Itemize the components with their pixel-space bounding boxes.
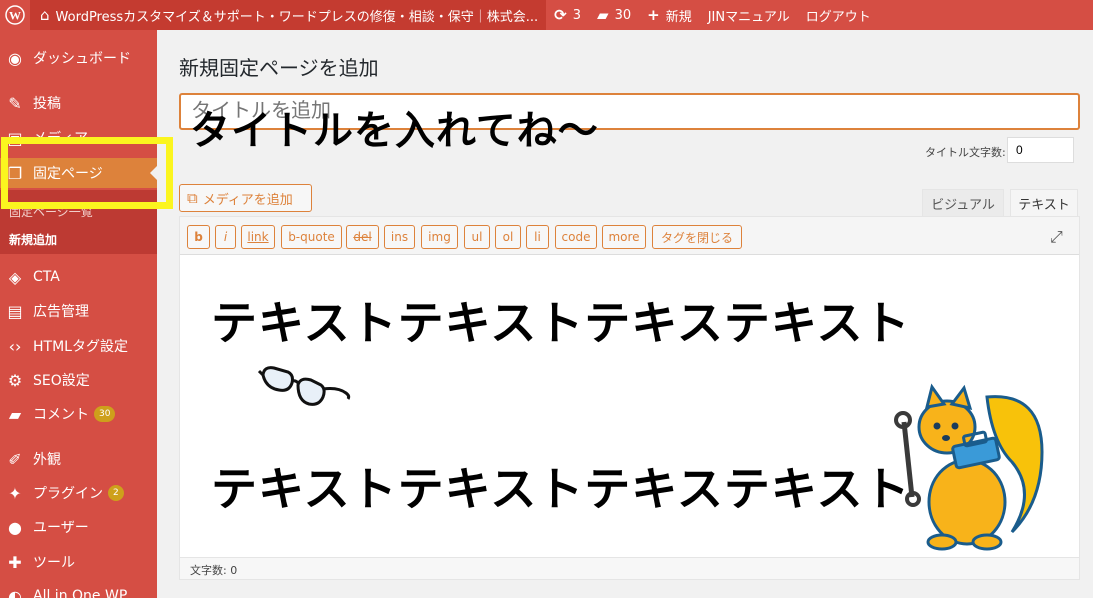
logout-label: ログアウト [805, 9, 871, 25]
glasses-illustration [258, 366, 351, 406]
title-counter-field[interactable] [1007, 137, 1074, 163]
editor-area: b i link b-quote del ins img ul ol li co… [179, 216, 1080, 580]
sidebar-item-label: ツール [33, 555, 75, 571]
comments-link[interactable]: ▰ 30 [589, 0, 639, 30]
quicktag-b-button[interactable]: b [187, 225, 210, 249]
submenu-item-add-new[interactable]: 新規追加 [9, 231, 57, 248]
site-name-link[interactable]: ⌂ WordPressカスタマイズ＆サポート・ワードプレスの修復・相談・保守｜株… [30, 0, 547, 30]
add-media-button[interactable]: ⧉ メディアを追加 [179, 184, 312, 212]
quicktag-ol-button[interactable]: ol [495, 225, 521, 249]
logout-link[interactable]: ログアウト [798, 0, 879, 30]
camera-music-icon: ⧉ [187, 189, 198, 207]
sidebar-item-label: All in One WP [33, 588, 128, 598]
content-text-line-2: テキストテキストテキステキスト [211, 462, 911, 516]
new-content-link[interactable]: + 新規 [639, 0, 700, 30]
new-label: 新規 [665, 9, 692, 25]
comment-bubble-icon: ▰ [8, 404, 22, 424]
page-title: 新規固定ページを追加 [179, 56, 379, 80]
sidebar-item-tools[interactable]: ✚ ツール [0, 547, 157, 577]
site-title: WordPressカスタマイズ＆サポート・ワードプレスの修復・相談・保守｜株式会… [55, 9, 539, 25]
sidebar-item-html-tags[interactable]: ‹› HTMLタグ設定 [0, 331, 157, 361]
quicktag-img-button[interactable]: img [421, 225, 458, 249]
plus-icon: + [647, 6, 660, 24]
sidebar-item-ads[interactable]: ▤ 広告管理 [0, 296, 157, 326]
sidebar-item-label: 投稿 [33, 96, 61, 112]
sidebar-item-label: 外観 [33, 452, 61, 468]
quicktag-i-button[interactable]: i [215, 225, 236, 249]
quicktag-del-button[interactable]: del [346, 225, 379, 249]
sidebar-item-label: コメント [33, 407, 89, 423]
fullscreen-icon[interactable]: ⤢ [1050, 227, 1063, 247]
gear-icon: ⚙ [7, 370, 23, 390]
user-icon: ● [8, 517, 22, 537]
tag-icon: ◈ [8, 267, 22, 287]
aio-shield-icon: ◐ [8, 586, 22, 598]
comment-bubble-icon: ▰ [597, 6, 609, 24]
comments-badge: 30 [94, 406, 116, 422]
sidebar-item-cta[interactable]: ◈ CTA [0, 262, 157, 292]
sidebar-item-plugins[interactable]: ✦ プラグイン 2 [0, 478, 157, 508]
tab-text[interactable]: テキスト [1010, 189, 1078, 217]
updates-count: 3 [572, 7, 582, 23]
wordpress-logo-icon[interactable]: W [0, 0, 30, 30]
plugins-badge: 2 [108, 485, 124, 501]
sidebar-item-label: 広告管理 [33, 304, 89, 320]
sidebar-item-label: HTMLタグ設定 [33, 339, 128, 355]
tab-visual[interactable]: ビジュアル [922, 189, 1004, 217]
word-count-status: 文字数: 0 [180, 557, 1079, 579]
quicktag-bquote-button[interactable]: b-quote [281, 225, 342, 249]
sidebar-item-aio[interactable]: ◐ All in One WP [0, 581, 157, 598]
admin-sidebar: ◉ ダッシュボード ✎ 投稿 ▣ メディア ❐ 固定ページ 固定ページ一覧 新規… [0, 30, 157, 598]
admin-bar: W ⌂ WordPressカスタマイズ＆サポート・ワードプレスの修復・相談・保守… [0, 0, 1093, 30]
jin-manual-label: JINマニュアル [707, 9, 790, 25]
quicktag-close-tags-button[interactable]: タグを閉じる [652, 225, 742, 249]
sidebar-item-label: ダッシュボード [33, 51, 131, 67]
sidebar-item-users[interactable]: ● ユーザー [0, 512, 157, 542]
sidebar-item-label: SEO設定 [33, 373, 90, 389]
content-text-line-1: テキストテキストテキステキスト [211, 296, 911, 350]
quicktag-li-button[interactable]: li [526, 225, 549, 249]
pushpin-edit-icon: ✎ [8, 93, 22, 113]
sidebar-item-label: プラグイン [33, 486, 103, 502]
quicktag-ul-button[interactable]: ul [464, 225, 490, 249]
comments-count: 30 [614, 7, 632, 23]
dashboard-gauge-icon: ◉ [8, 48, 22, 68]
paintbrush-icon: ✐ [8, 449, 22, 469]
title-counter-label: タイトル文字数: [925, 146, 1006, 159]
quicktag-code-button[interactable]: code [555, 225, 597, 249]
plug-icon: ✦ [8, 483, 22, 503]
sidebar-item-seo[interactable]: ⚙ SEO設定 [0, 365, 157, 395]
sidebar-item-label: ユーザー [33, 520, 89, 536]
ad-megaphone-icon: ▤ [7, 301, 23, 321]
quicktag-link-button[interactable]: link [241, 225, 275, 249]
refresh-icon: ⟳ [554, 6, 567, 24]
quicktag-ins-button[interactable]: ins [384, 225, 415, 249]
updates-link[interactable]: ⟳ 3 [546, 0, 589, 30]
sidebar-item-comments[interactable]: ▰ コメント 30 [0, 399, 157, 429]
highlight-box [1, 137, 173, 209]
sidebar-item-posts[interactable]: ✎ 投稿 [0, 88, 157, 118]
add-media-label: メディアを追加 [202, 192, 293, 208]
sidebar-item-appearance[interactable]: ✐ 外観 [0, 444, 157, 474]
quicktags-toolbar: b i link b-quote del ins img ul ol li co… [180, 217, 1079, 255]
svg-text:W: W [9, 9, 21, 23]
wrench-icon: ✚ [8, 552, 22, 572]
squirrel-mascot-illustration [894, 383, 1044, 551]
sidebar-item-label: CTA [33, 269, 60, 285]
jin-manual-link[interactable]: JINマニュアル [700, 0, 798, 30]
quicktag-more-button[interactable]: more [602, 225, 646, 249]
sidebar-item-dashboard[interactable]: ◉ ダッシュボード [0, 43, 157, 73]
home-icon: ⌂ [40, 6, 50, 24]
code-brackets-icon: ‹› [8, 336, 22, 356]
annotation-overlay-text: タイトルを入れてね～ [190, 108, 599, 154]
